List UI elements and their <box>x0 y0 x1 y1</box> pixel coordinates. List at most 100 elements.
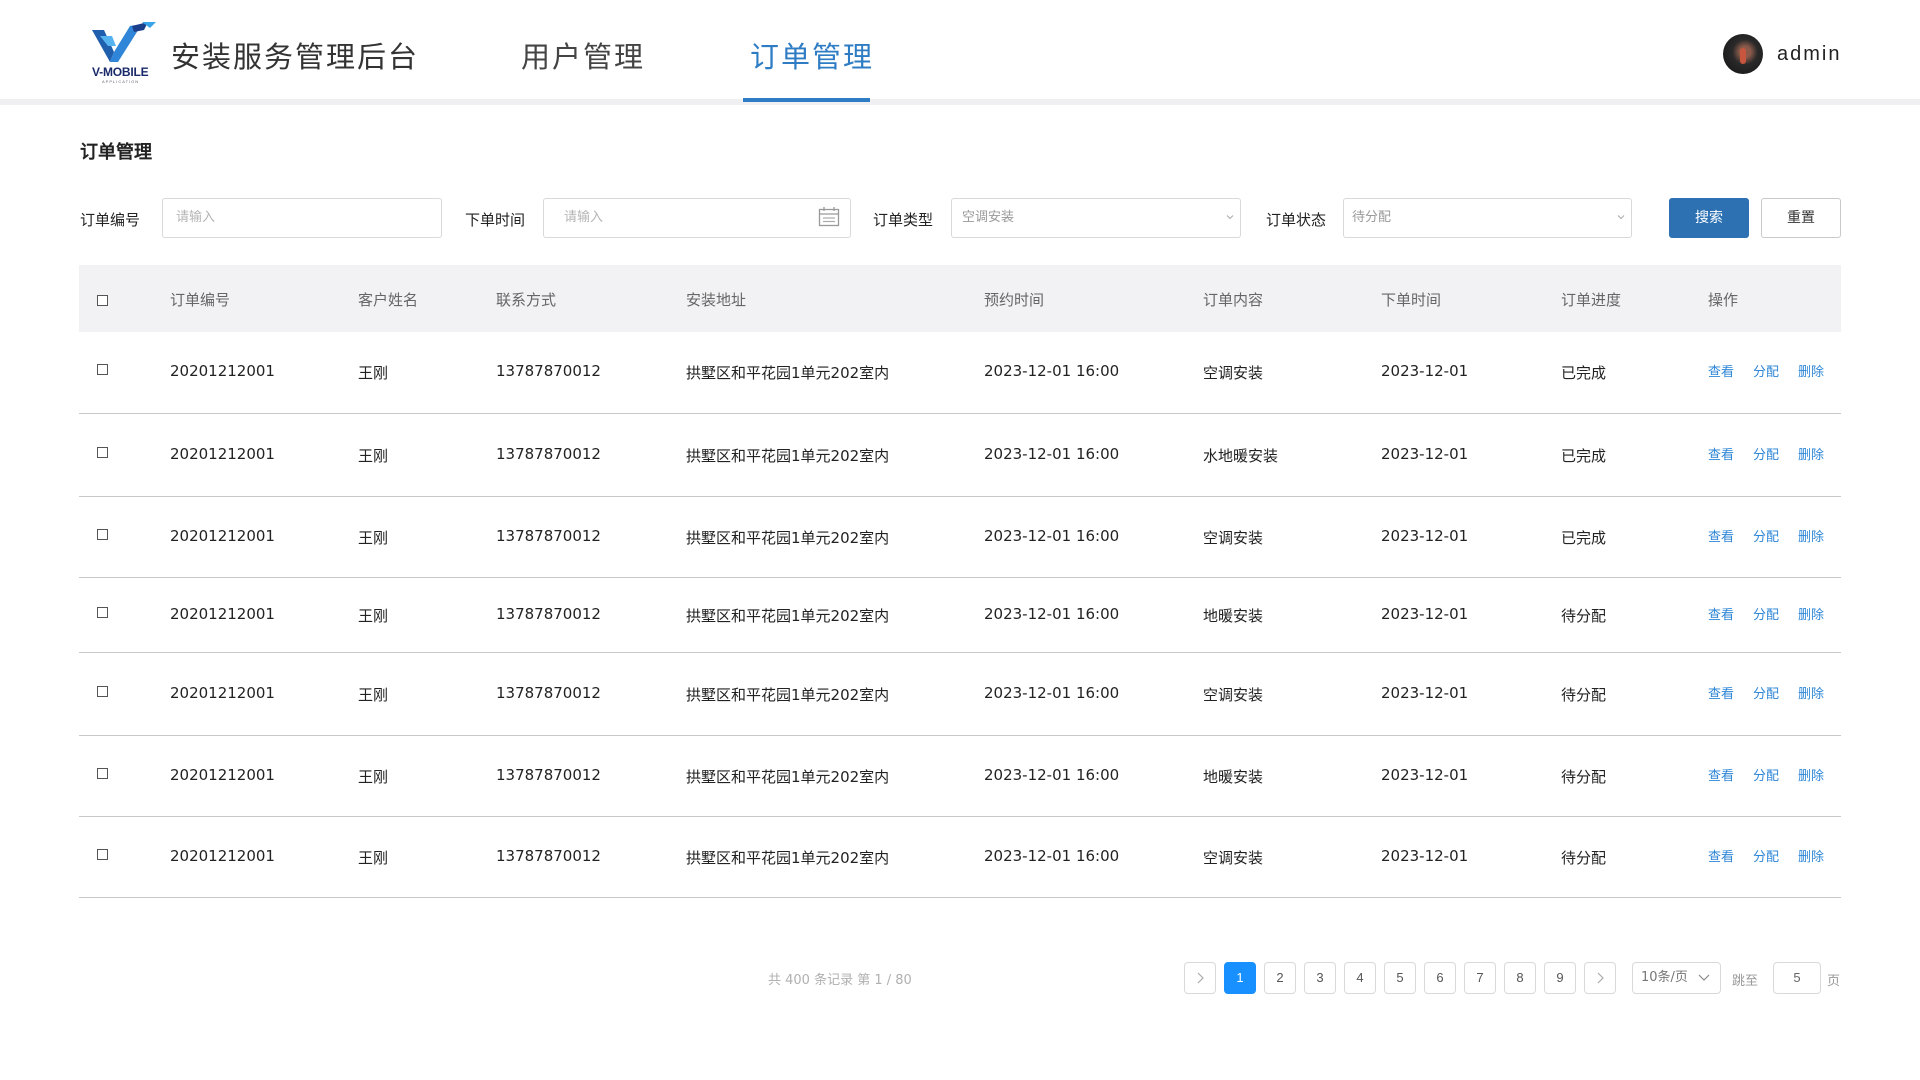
row-checkbox[interactable] <box>97 447 108 458</box>
cell-status: 待分配 <box>1561 686 1607 704</box>
row-checkbox[interactable] <box>97 529 108 540</box>
page-button[interactable]: 6 <box>1424 962 1456 994</box>
view-button[interactable]: 查看 <box>1708 683 1734 702</box>
cell-address: 拱墅区和平花园1单元202室内 <box>686 447 890 465</box>
next-page-button[interactable] <box>1584 962 1616 994</box>
delete-button[interactable]: 删除 <box>1798 604 1824 623</box>
page-button[interactable]: 5 <box>1384 962 1416 994</box>
row-checkbox[interactable] <box>97 768 108 779</box>
search-button[interactable]: 搜索 <box>1669 198 1749 238</box>
page-button[interactable]: 8 <box>1504 962 1536 994</box>
order-status-value: 待分配 <box>1352 210 1392 225</box>
assign-button[interactable]: 分配 <box>1753 604 1779 623</box>
view-button[interactable]: 查看 <box>1708 765 1734 784</box>
view-button[interactable]: 查看 <box>1708 361 1734 380</box>
order-no-input[interactable]: 请输入 <box>162 198 442 238</box>
select-all-checkbox[interactable] <box>97 295 108 306</box>
order-time-placeholder: 请输入 <box>564 210 604 225</box>
cell-order-date: 2023-12-01 <box>1381 847 1469 865</box>
header-divider <box>0 99 1920 105</box>
page-button[interactable]: 7 <box>1464 962 1496 994</box>
v-mobile-logo-icon <box>92 22 156 62</box>
delete-button[interactable]: 删除 <box>1798 526 1824 545</box>
cell-content: 空调安装 <box>1203 686 1264 704</box>
cell-name: 王刚 <box>358 768 389 786</box>
username[interactable]: admin <box>1777 43 1841 66</box>
delete-button[interactable]: 删除 <box>1798 361 1824 380</box>
top-header: V-MOBILE APPLICATION 安装服务管理后台 用户管理 订单管理 … <box>0 0 1920 99</box>
order-status-select[interactable]: 待分配 <box>1343 198 1632 238</box>
cell-status: 待分配 <box>1561 768 1607 786</box>
app-title: 安装服务管理后台 <box>171 40 420 74</box>
col-address: 安装地址 <box>686 291 747 309</box>
view-button[interactable]: 查看 <box>1708 846 1734 865</box>
order-status-label: 订单状态 <box>1266 211 1327 229</box>
delete-button[interactable]: 删除 <box>1798 846 1824 865</box>
cell-content: 空调安装 <box>1203 529 1264 547</box>
page-button[interactable]: 2 <box>1264 962 1296 994</box>
nav-order-management[interactable]: 订单管理 <box>750 34 874 76</box>
assign-button[interactable]: 分配 <box>1753 526 1779 545</box>
cell-address: 拱墅区和平花园1单元202室内 <box>686 768 890 786</box>
cell-status: 待分配 <box>1561 849 1607 867</box>
assign-button[interactable]: 分配 <box>1753 361 1779 380</box>
cell-phone: 13787870012 <box>496 445 601 463</box>
page-button[interactable]: 1 <box>1224 962 1256 994</box>
nav-user-management[interactable]: 用户管理 <box>521 34 645 76</box>
avatar[interactable] <box>1723 34 1763 74</box>
cell-address: 拱墅区和平花园1单元202室内 <box>686 849 890 867</box>
cell-status: 待分配 <box>1561 607 1607 625</box>
cell-order-no: 20201212001 <box>170 362 275 380</box>
view-button[interactable]: 查看 <box>1708 604 1734 623</box>
view-button[interactable]: 查看 <box>1708 526 1734 545</box>
cell-order-no: 20201212001 <box>170 847 275 865</box>
assign-button[interactable]: 分配 <box>1753 444 1779 463</box>
cell-name: 王刚 <box>358 529 389 547</box>
page-button[interactable]: 3 <box>1304 962 1336 994</box>
assign-button[interactable]: 分配 <box>1753 765 1779 784</box>
table-row: 20201212001 王刚 13787870012 拱墅区和平花园1单元202室内 2… <box>79 817 1841 898</box>
cell-appointment: 2023-12-01 16:00 <box>984 605 1120 623</box>
view-button[interactable]: 查看 <box>1708 444 1734 463</box>
page-button[interactable]: 4 <box>1344 962 1376 994</box>
table-row: 20201212001 王刚 13787870012 拱墅区和平花园1单元202室内 2… <box>79 497 1841 578</box>
col-content: 订单内容 <box>1203 291 1264 309</box>
cell-status: 已完成 <box>1561 529 1607 547</box>
row-checkbox[interactable] <box>97 849 108 860</box>
chevron-right-icon <box>1597 972 1604 984</box>
cell-order-date: 2023-12-01 <box>1381 605 1469 623</box>
assign-button[interactable]: 分配 <box>1753 683 1779 702</box>
cell-order-no: 20201212001 <box>170 766 275 784</box>
delete-button[interactable]: 删除 <box>1798 444 1824 463</box>
col-order-no: 订单编号 <box>170 291 231 309</box>
goto-page-input[interactable]: 5 <box>1773 962 1821 994</box>
row-checkbox[interactable] <box>97 686 108 697</box>
cell-name: 王刚 <box>358 849 389 867</box>
reset-button[interactable]: 重置 <box>1761 198 1841 238</box>
row-checkbox[interactable] <box>97 364 108 375</box>
delete-button[interactable]: 删除 <box>1798 683 1824 702</box>
cell-phone: 13787870012 <box>496 847 601 865</box>
page-size-select[interactable]: 10条/页 <box>1632 962 1721 994</box>
col-actions: 操作 <box>1708 291 1739 309</box>
page-unit-label: 页 <box>1827 974 1841 989</box>
cell-name: 王刚 <box>358 607 389 625</box>
cell-content: 空调安装 <box>1203 364 1264 382</box>
cell-status: 已完成 <box>1561 364 1607 382</box>
cell-appointment: 2023-12-01 16:00 <box>984 527 1120 545</box>
cell-phone: 13787870012 <box>496 527 601 545</box>
row-checkbox[interactable] <box>97 607 108 618</box>
table-row: 20201212001 王刚 13787870012 拱墅区和平花园1单元202室内 2… <box>79 332 1841 414</box>
order-time-input[interactable]: 请输入 <box>543 198 851 238</box>
calendar-icon[interactable] <box>818 206 840 228</box>
table-row: 20201212001 王刚 13787870012 拱墅区和平花园1单元202室内 2… <box>79 578 1841 653</box>
assign-button[interactable]: 分配 <box>1753 846 1779 865</box>
prev-page-button[interactable] <box>1184 962 1216 994</box>
cell-phone: 13787870012 <box>496 362 601 380</box>
order-no-label: 订单编号 <box>80 211 141 229</box>
delete-button[interactable]: 删除 <box>1798 765 1824 784</box>
chevron-down-icon <box>1698 974 1710 981</box>
order-type-select[interactable]: 空调安装 <box>951 198 1241 238</box>
cell-address: 拱墅区和平花园1单元202室内 <box>686 686 890 704</box>
page-button[interactable]: 9 <box>1544 962 1576 994</box>
